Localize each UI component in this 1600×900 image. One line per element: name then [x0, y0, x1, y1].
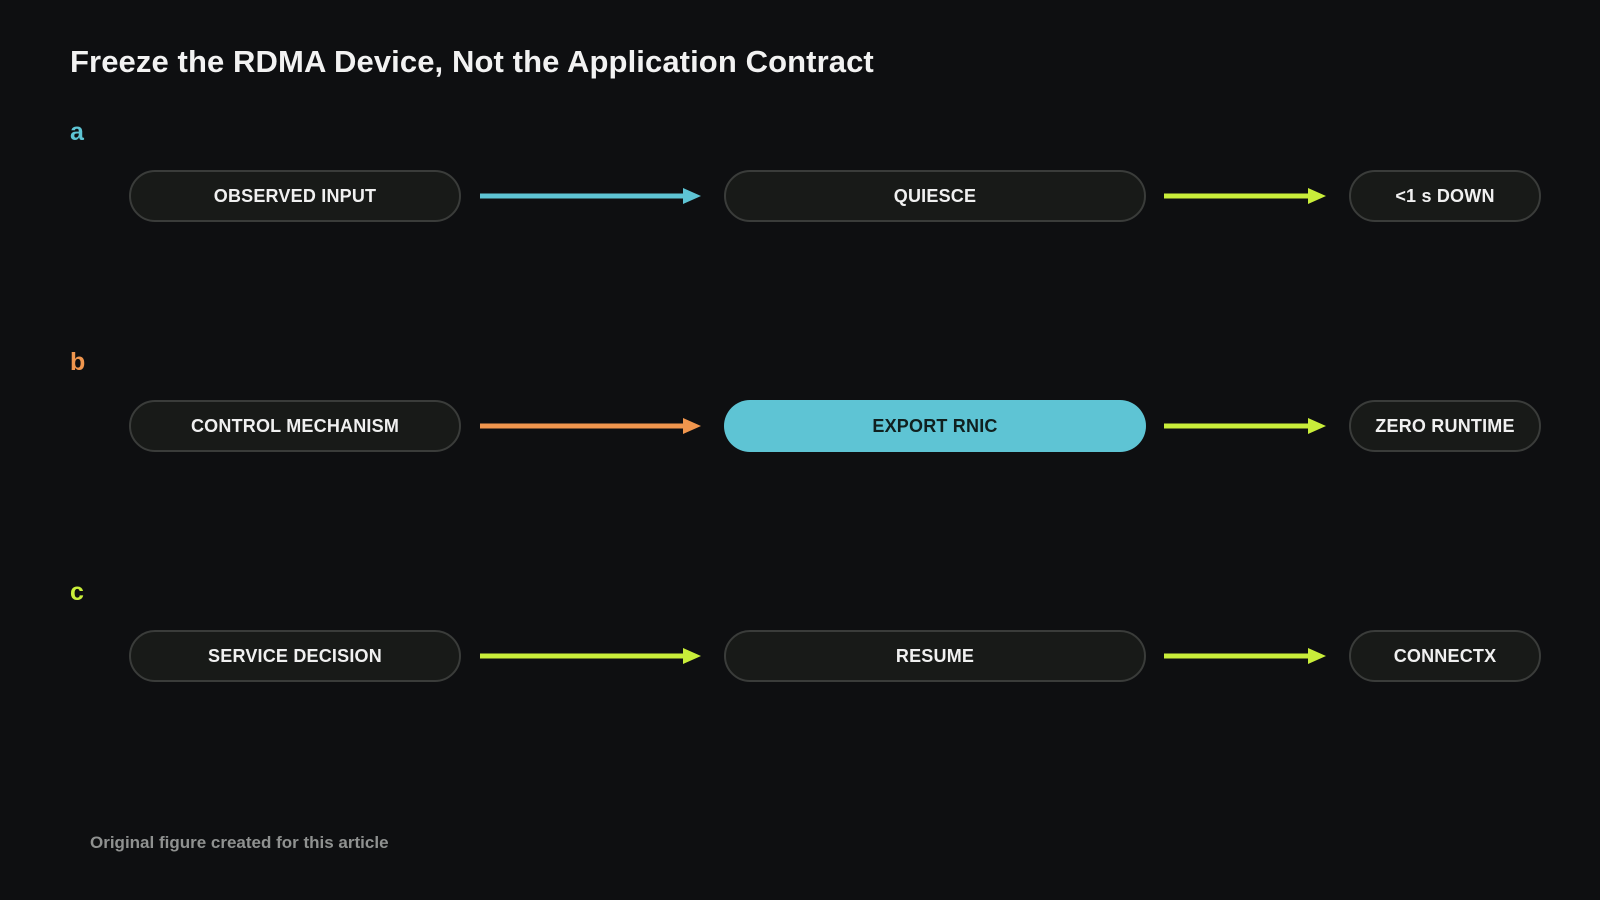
node-control-mechanism: CONTROL MECHANISM [129, 400, 461, 452]
node-observed-input: OBSERVED INPUT [129, 170, 461, 222]
arrow-b-2 [1164, 416, 1326, 436]
arrow-a-1 [480, 186, 701, 206]
row-letter-c: c [70, 578, 84, 606]
node-quiesce: QUIESCE [724, 170, 1146, 222]
node-connectx: CONNECTX [1349, 630, 1541, 682]
arrow-head [1308, 418, 1326, 434]
page-title: Freeze the RDMA Device, Not the Applicat… [70, 44, 874, 79]
arrow-c-1 [480, 646, 701, 666]
row-letter-b: b [70, 348, 86, 376]
arrow-head [683, 648, 701, 664]
arrow-head [683, 188, 701, 204]
node-under-1s-down: <1 s DOWN [1349, 170, 1541, 222]
footer-credit: Original figure created for this article [90, 833, 389, 852]
node-export-rnic: EXPORT RNIC [724, 400, 1146, 452]
diagram-page: Freeze the RDMA Device, Not the Applicat… [0, 0, 1600, 900]
row-letter-a: a [70, 118, 84, 146]
arrow-head [1308, 648, 1326, 664]
arrow-b-1 [480, 416, 701, 436]
node-resume: RESUME [724, 630, 1146, 682]
arrow-head [683, 418, 701, 434]
node-zero-runtime: ZERO RUNTIME [1349, 400, 1541, 452]
arrow-head [1308, 188, 1326, 204]
node-service-decision: SERVICE DECISION [129, 630, 461, 682]
arrow-c-2 [1164, 646, 1326, 666]
arrow-a-2 [1164, 186, 1326, 206]
